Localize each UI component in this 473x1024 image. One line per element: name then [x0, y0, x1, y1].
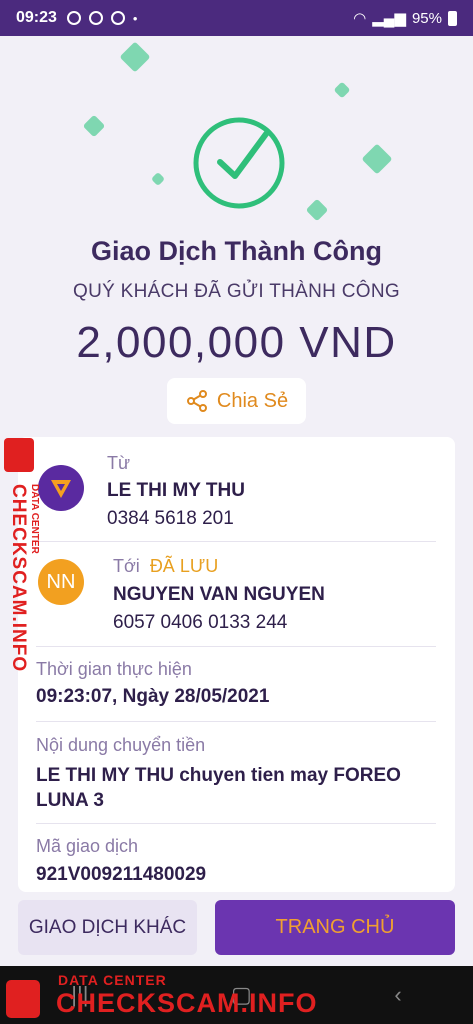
to-avatar: NN — [38, 559, 84, 605]
wifi-icon: ◠ — [353, 10, 367, 27]
to-label-row: Tới ĐÃ LƯU — [113, 556, 218, 577]
to-section: NN Tới ĐÃ LƯU NGUYEN VAN NGUYEN 6057 0406… — [18, 542, 455, 646]
time-label: Thời gian thực hiện — [36, 659, 192, 679]
lock-icon — [4, 438, 34, 472]
status-bar: 09:23 • ◠ ▂▄▆ 95% — [0, 0, 473, 36]
from-section: Từ LE THI MY THU 0384 5618 201 — [18, 437, 455, 541]
battery-text: 95% — [411, 9, 442, 27]
sparkle-icon — [119, 41, 151, 73]
success-hero: Giao Dịch Thành Công QUÝ KHÁCH ĐÃ GỬI TH… — [0, 36, 473, 436]
time-value: 09:23:07, Ngày 28/05/2021 — [36, 686, 270, 707]
from-phone: 0384 5618 201 — [107, 508, 234, 529]
share-icon — [186, 390, 207, 412]
signal-icon: ▂▄▆ — [372, 10, 406, 27]
sparkle-icon — [82, 114, 106, 138]
notification-icons: • — [66, 10, 138, 26]
time-section: Thời gian thực hiện 09:23:07, Ngày 28/05… — [18, 647, 455, 721]
transaction-id-value: 921V009211480029 — [36, 864, 207, 885]
watermark-sub: DATA CENTER — [58, 972, 167, 988]
to-label: Tới — [113, 556, 140, 576]
notification-icon — [66, 11, 81, 25]
from-label: Từ — [107, 453, 131, 473]
watermark-side: CHECKSCAM.INFO DATA CENTER — [2, 438, 40, 672]
notification-icon — [88, 11, 103, 25]
sparkle-icon — [333, 81, 351, 99]
content-value: LE THI MY THU chuyen tien may FOREO LUNA… — [36, 765, 401, 811]
transaction-details-card: Từ LE THI MY THU 0384 5618 201 NN Tới ĐÃ … — [18, 437, 455, 892]
amount: 2,000,000 VND — [76, 318, 397, 367]
back-icon[interactable]: ‹ — [394, 982, 401, 1008]
transaction-id-label: Mã giao dịch — [36, 836, 139, 856]
content-label: Nội dung chuyển tiền — [36, 735, 206, 755]
dot-icon: • — [132, 10, 138, 26]
success-check-icon — [193, 117, 285, 209]
other-transaction-button[interactable]: GIAO DỊCH KHÁC — [18, 900, 197, 955]
transaction-id-section: Mã giao dịch 921V009211480029 — [18, 824, 455, 892]
from-avatar — [38, 465, 84, 511]
to-initials: NN — [46, 570, 76, 593]
sparkle-icon — [361, 143, 393, 175]
watermark-sub: DATA CENTER — [29, 484, 40, 554]
home-button[interactable]: TRANG CHỦ — [215, 900, 455, 955]
status-right: ◠ ▂▄▆ 95% — [353, 9, 457, 27]
watermark-brand: CHECKSCAM.INFO — [8, 484, 29, 673]
watermark-bottom: DATA CENTER CHECKSCAM.INFO — [0, 966, 317, 1024]
share-button[interactable]: Chia Sẻ — [167, 378, 306, 424]
status-time: 09:23 — [16, 9, 57, 26]
to-name: NGUYEN VAN NGUYEN — [113, 584, 325, 605]
share-label: Chia Sẻ — [216, 389, 289, 412]
battery-icon — [448, 10, 457, 26]
page-title: Giao Dịch Thành Công — [91, 236, 382, 266]
content-section: Nội dung chuyển tiền LE THI MY THU chuye… — [18, 722, 455, 823]
lock-icon — [6, 980, 40, 1018]
page-subtitle: QUÝ KHÁCH ĐÃ GỬI THÀNH CÔNG — [73, 281, 400, 302]
action-bar: GIAO DỊCH KHÁC TRANG CHỦ — [0, 892, 473, 966]
notification-icon — [110, 11, 125, 25]
sparkle-icon — [305, 198, 329, 222]
sparkle-icon — [150, 171, 166, 187]
watermark-brand: CHECKSCAM.INFO — [56, 988, 318, 1018]
app-logo-icon — [51, 480, 71, 498]
from-name: LE THI MY THU — [107, 480, 245, 501]
saved-badge: ĐÃ LƯU — [149, 556, 219, 576]
to-account: 6057 0406 0133 244 — [113, 612, 288, 633]
